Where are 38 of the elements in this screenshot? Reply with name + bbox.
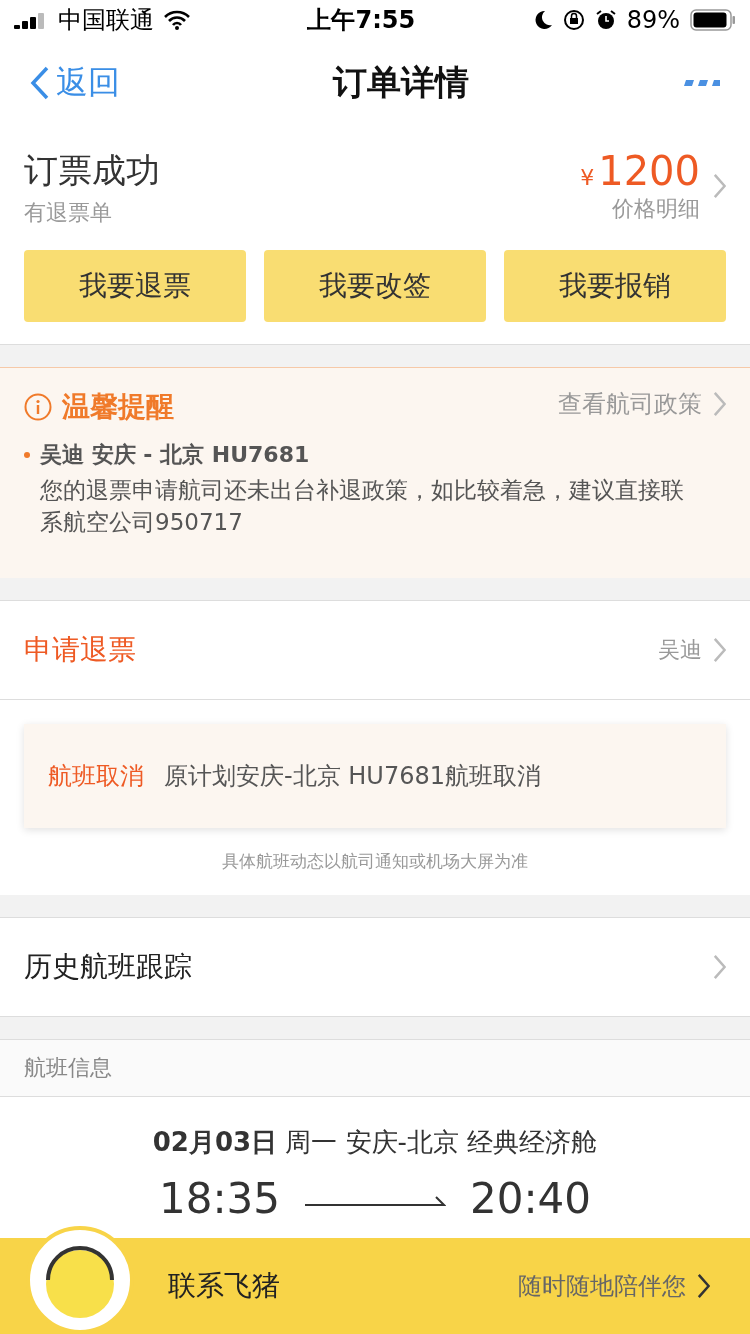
notice-body: 您的退票申请航司还未出台补退政策，如比较着急，建议直接联系航空公司950717 [40,476,685,537]
more-icon[interactable] [682,79,720,87]
arrive-time: 20:40 [470,1174,592,1223]
chevron-right-icon [712,390,726,418]
info-icon [24,393,52,421]
carrier-name: 中国联通 [58,5,154,36]
history-label: 历史航班跟踪 [24,949,192,985]
order-subtitle: 有退票单 [24,199,113,227]
battery-percent: 89% [626,6,680,34]
price: ¥1200 [580,148,700,194]
section-header: 航班信息 [24,1054,112,1082]
order-status: 订票成功 [24,149,160,192]
notice-title: 温馨提醒 [62,389,174,425]
wifi-icon [164,10,190,30]
flight-summary: 02月03日 周一 安庆-北京 经典经济舱 [152,1126,598,1159]
cancel-text: 原计划安庆-北京 HU7681航班取消 [164,761,541,792]
chevron-right-icon [712,636,726,664]
bullet-dot [24,452,30,458]
passenger-name: 吴迪 [658,636,702,664]
rotation-lock-icon [562,9,585,31]
back-chevron-icon [30,66,50,100]
battery-icon [690,9,736,31]
depart-time: 18:35 [158,1174,280,1223]
action-button[interactable]: 我要退票 [24,250,246,322]
refund-label: 申请退票 [24,632,136,668]
page-title: 订单详情 [333,61,469,104]
chevron-right-icon [712,953,726,981]
notice-headline: 吴迪 安庆 - 北京 HU7681 [40,441,311,469]
action-button[interactable]: 我要改签 [264,250,486,322]
alarm-icon [594,9,617,31]
clock-time: 上午7:55 [307,5,416,36]
cancel-tag: 航班取消 [48,760,144,792]
contact-label: 联系飞猪 [168,1268,280,1304]
cancel-note: 具体航班动态以航司通知或机场大屏为准 [221,850,529,873]
chevron-right-icon [696,1272,710,1300]
slogan: 随时随地陪伴您 [518,1271,686,1302]
chevron-right-icon [712,172,726,200]
action-button[interactable]: 我要报销 [504,250,726,322]
